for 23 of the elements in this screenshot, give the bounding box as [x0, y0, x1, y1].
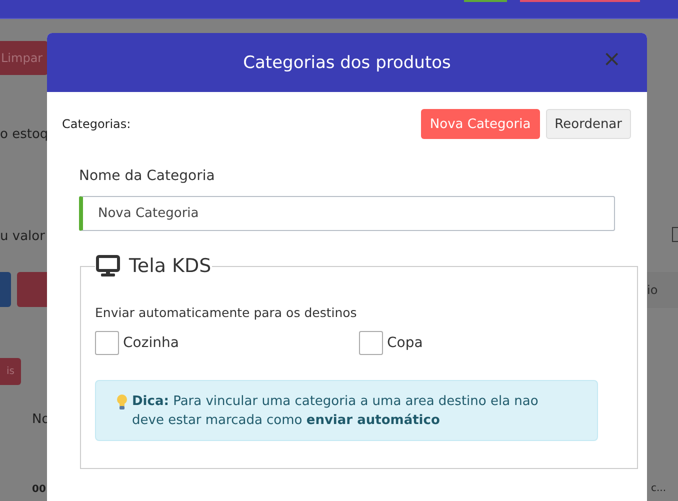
monitor-icon [96, 255, 120, 277]
checkbox-label: Copa [387, 335, 423, 351]
modal-title: Categorias dos produtos [243, 52, 451, 72]
stock-label: o estoq [0, 127, 48, 142]
destinations-label: Enviar automaticamente para os destinos [95, 305, 358, 320]
action-button[interactable] [0, 272, 11, 307]
filter-button[interactable]: is [0, 358, 21, 385]
close-button[interactable]: × [602, 49, 621, 71]
side-button[interactable]: io [647, 272, 678, 308]
category-button[interactable]: Reordenar [546, 109, 631, 139]
tip-text: Dica: Para vincular uma categoria a uma area destino ela nao deve estar marcada como enviar automático [132, 393, 540, 430]
table-cell: c... [651, 483, 666, 494]
list-button[interactable] [17, 272, 47, 307]
input-field[interactable]: Nova Categoria [79, 196, 615, 231]
clear-button[interactable]: Limpar [0, 41, 48, 75]
checkbox-label: Cozinha [123, 335, 179, 351]
field-label: Nome da Categoria [79, 168, 216, 184]
lightbulb-icon [116, 394, 128, 411]
categories-label: Categorias: [62, 117, 131, 131]
search-text: u valor [0, 229, 45, 244]
section-title: Tela KDS [129, 255, 212, 277]
category-button[interactable]: Nova Categoria [420, 109, 540, 139]
table-cell: 00 [32, 484, 46, 495]
